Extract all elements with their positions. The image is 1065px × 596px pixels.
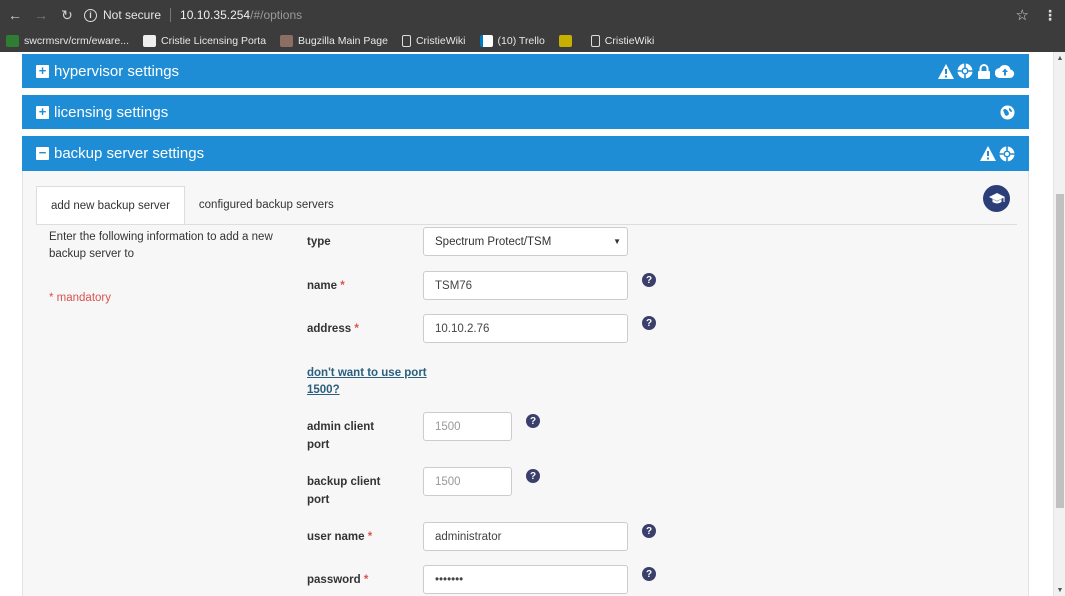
tab-add-new-backup-server[interactable]: add new backup server [36, 186, 185, 224]
bookmarks-bar: swcrmsrv/crm/eware... Cristie Licensing … [0, 30, 1065, 52]
type-select[interactable]: Spectrum Protect/TSM ▼ [423, 227, 628, 256]
address-input[interactable]: 10.10.2.76 [423, 314, 628, 343]
lifebuoy-icon [957, 63, 973, 79]
url-host: 10.10.35.254 [180, 8, 251, 22]
page-scrollbar[interactable]: ▲ ▼ [1053, 52, 1065, 596]
password-input[interactable]: ••••••• [423, 565, 628, 594]
name-input[interactable]: TSM76 [423, 271, 628, 300]
panel-backup-server-settings[interactable]: − backup server settings [22, 136, 1029, 171]
help-question-icon[interactable]: ? [642, 273, 656, 287]
bookmark-trello[interactable]: (10) Trello [479, 35, 545, 47]
cloud-upload-icon [995, 63, 1015, 79]
panel-title: licensing settings [54, 103, 169, 121]
help-question-icon[interactable]: ? [642, 524, 656, 538]
backup-client-port-label: backup client port [307, 476, 381, 506]
bookmark-star-icon[interactable]: ☆ [1016, 6, 1029, 24]
form-intro-text: Enter the following information to add a… [49, 231, 273, 260]
panel-title: backup server settings [54, 145, 205, 162]
panel-hypervisor-settings[interactable]: + hypervisor settings [22, 54, 1029, 88]
link-favicon-icon [558, 35, 572, 47]
graduation-cap-icon[interactable] [983, 185, 1010, 212]
bookmark-cristie-licensing[interactable]: Cristie Licensing Porta [143, 35, 266, 47]
mandatory-note: * mandatory [49, 292, 112, 304]
address-label: address * [307, 323, 359, 335]
warning-icon [980, 146, 996, 162]
omnibox-divider [170, 8, 172, 22]
back-arrow-icon[interactable]: ← [4, 4, 26, 26]
page-favicon-icon [590, 35, 600, 47]
globe-icon [999, 104, 1015, 120]
bookmark-cristiewiki[interactable]: CristieWiki [401, 35, 466, 47]
url-path: /#/options [250, 8, 303, 22]
scroll-thumb[interactable] [1056, 194, 1064, 508]
type-label: type [307, 236, 331, 248]
swcrm-favicon-icon [6, 35, 19, 47]
address-bar[interactable]: i Not secure 10.10.35.254/#/options [84, 4, 1016, 26]
password-label: password * [307, 574, 369, 586]
expand-plus-icon[interactable]: + [36, 105, 49, 119]
admin-client-port-input[interactable]: 1500 [423, 412, 512, 441]
forward-arrow-icon[interactable]: → [30, 4, 52, 26]
backup-server-panel-body: add new backup server configured backup … [22, 171, 1029, 596]
cristie-favicon-icon [143, 35, 156, 47]
bookmark-cristiewiki-2[interactable]: CristieWiki [590, 35, 654, 47]
panel-licensing-settings[interactable]: + licensing settings [22, 95, 1029, 129]
reload-icon[interactable]: ↻ [56, 4, 78, 26]
name-label: name * [307, 280, 345, 292]
warning-icon [938, 63, 954, 79]
bookmark-bugzilla[interactable]: Bugzilla Main Page [280, 35, 388, 47]
browser-toolbar: ← → ↻ i Not secure 10.10.35.254/#/option… [0, 0, 1065, 30]
page-favicon-icon [401, 35, 411, 47]
browser-menu-icon[interactable]: ⋮ [1043, 7, 1057, 24]
bugzilla-favicon-icon [280, 35, 294, 47]
tabs-divider [36, 224, 1017, 225]
bookmark-swcrmsrv[interactable]: swcrmsrv/crm/eware... [6, 35, 129, 47]
panel-title: hypervisor settings [54, 62, 180, 80]
user-name-input[interactable]: administrator [423, 522, 628, 551]
non-default-port-link[interactable]: don't want to use port 1500? [307, 365, 447, 399]
lock-icon [976, 63, 992, 79]
tab-configured-backup-servers[interactable]: configured backup servers [185, 186, 348, 224]
page-viewport: + hypervisor settings + licensing settin… [0, 52, 1065, 596]
collapse-minus-icon[interactable]: − [36, 146, 49, 160]
backup-tabs: add new backup server configured backup … [36, 185, 348, 224]
help-question-icon[interactable]: ? [526, 469, 540, 483]
expand-plus-icon[interactable]: + [36, 64, 49, 78]
lifebuoy-icon [999, 146, 1015, 162]
info-icon[interactable]: i [84, 8, 97, 22]
help-question-icon[interactable]: ? [642, 316, 656, 330]
scroll-up-arrow-icon[interactable]: ▲ [1054, 52, 1065, 64]
scroll-down-arrow-icon[interactable]: ▼ [1054, 584, 1065, 596]
backup-client-port-input[interactable]: 1500 [423, 467, 512, 496]
help-question-icon[interactable]: ? [642, 567, 656, 581]
admin-client-port-label: admin client port [307, 421, 375, 451]
security-label: Not secure [103, 8, 162, 22]
chevron-down-icon: ▼ [613, 237, 621, 246]
help-question-icon[interactable]: ? [526, 414, 540, 428]
bookmark-link[interactable] [558, 35, 577, 47]
user-name-label: user name * [307, 531, 373, 543]
trello-favicon-icon [479, 35, 493, 47]
